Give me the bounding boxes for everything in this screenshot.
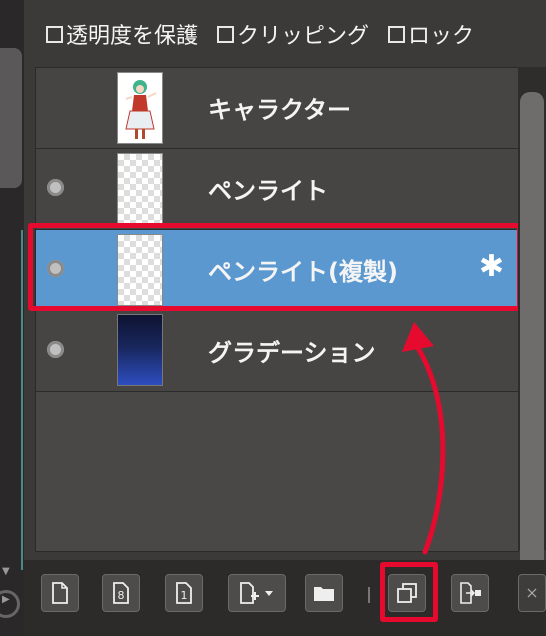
highlight-box-layer [28,223,522,311]
clipping-label: クリッピング [237,24,370,49]
toolbar-separator [368,587,370,603]
protect-alpha-label: 透明度を保護 [66,24,199,49]
left-divider-line [21,230,23,570]
lock-label: ロック [408,24,475,49]
layer-thumbnail [117,314,163,386]
new-8bit-layer-button[interactable]: 8 [102,574,140,612]
new-1bit-layer-button[interactable]: 1 [165,574,203,612]
merge-down-icon [460,582,481,604]
new-1bit-layer-icon: 1 [176,582,192,604]
close-icon [527,588,537,598]
add-layer-dropdown-icon [240,582,273,604]
lock-checkbox[interactable] [388,25,406,43]
layer-list-scrollbar[interactable] [518,67,546,608]
add-layer-dropdown-button[interactable] [228,574,286,612]
left-scrollbar-thumb[interactable] [0,48,22,188]
new-layer-button[interactable] [41,574,79,612]
visibility-toggle-icon[interactable] [47,341,64,358]
layer-row-gradation[interactable]: グラデーション [36,311,518,392]
layer-toolbar: 8 1 [24,560,546,636]
circle-button-icon[interactable] [0,590,20,618]
folder-icon [314,587,334,601]
layer-row-character[interactable]: キャラクター [36,68,518,149]
visibility-toggle-icon[interactable] [47,179,64,196]
protect-alpha-option[interactable]: 透明度を保護 [46,18,198,50]
merge-down-button[interactable] [451,574,489,612]
layer-thumbnail [117,153,163,225]
new-8bit-layer-icon: 8 [113,582,129,604]
layer-name: キャラクター [208,96,352,124]
left-panel-strip: ▼ ▶ [0,0,24,636]
layer-name: グラデーション [208,339,376,367]
close-layer-button[interactable] [518,574,546,612]
character-thumbnail-icon [125,80,157,139]
layer-row-penlight[interactable]: ペンライト [36,149,518,230]
scroll-down-icon[interactable]: ▼ [2,566,10,577]
scrollbar-thumb[interactable] [520,92,544,608]
layer-name: ペンライト [208,177,328,205]
folder-button[interactable] [305,574,343,612]
svg-text:8: 8 [118,589,125,602]
new-layer-icon [52,582,68,604]
clipping-option[interactable]: クリッピング [217,18,369,50]
protect-alpha-checkbox[interactable] [46,25,63,43]
layer-options-row: 透明度を保護 クリッピング ロック [46,18,486,50]
clipping-checkbox[interactable] [217,25,235,43]
lock-option[interactable]: ロック [388,18,474,50]
svg-text:1: 1 [181,589,188,602]
layer-thumbnail [117,72,163,144]
highlight-box-duplicate-button [380,562,438,622]
